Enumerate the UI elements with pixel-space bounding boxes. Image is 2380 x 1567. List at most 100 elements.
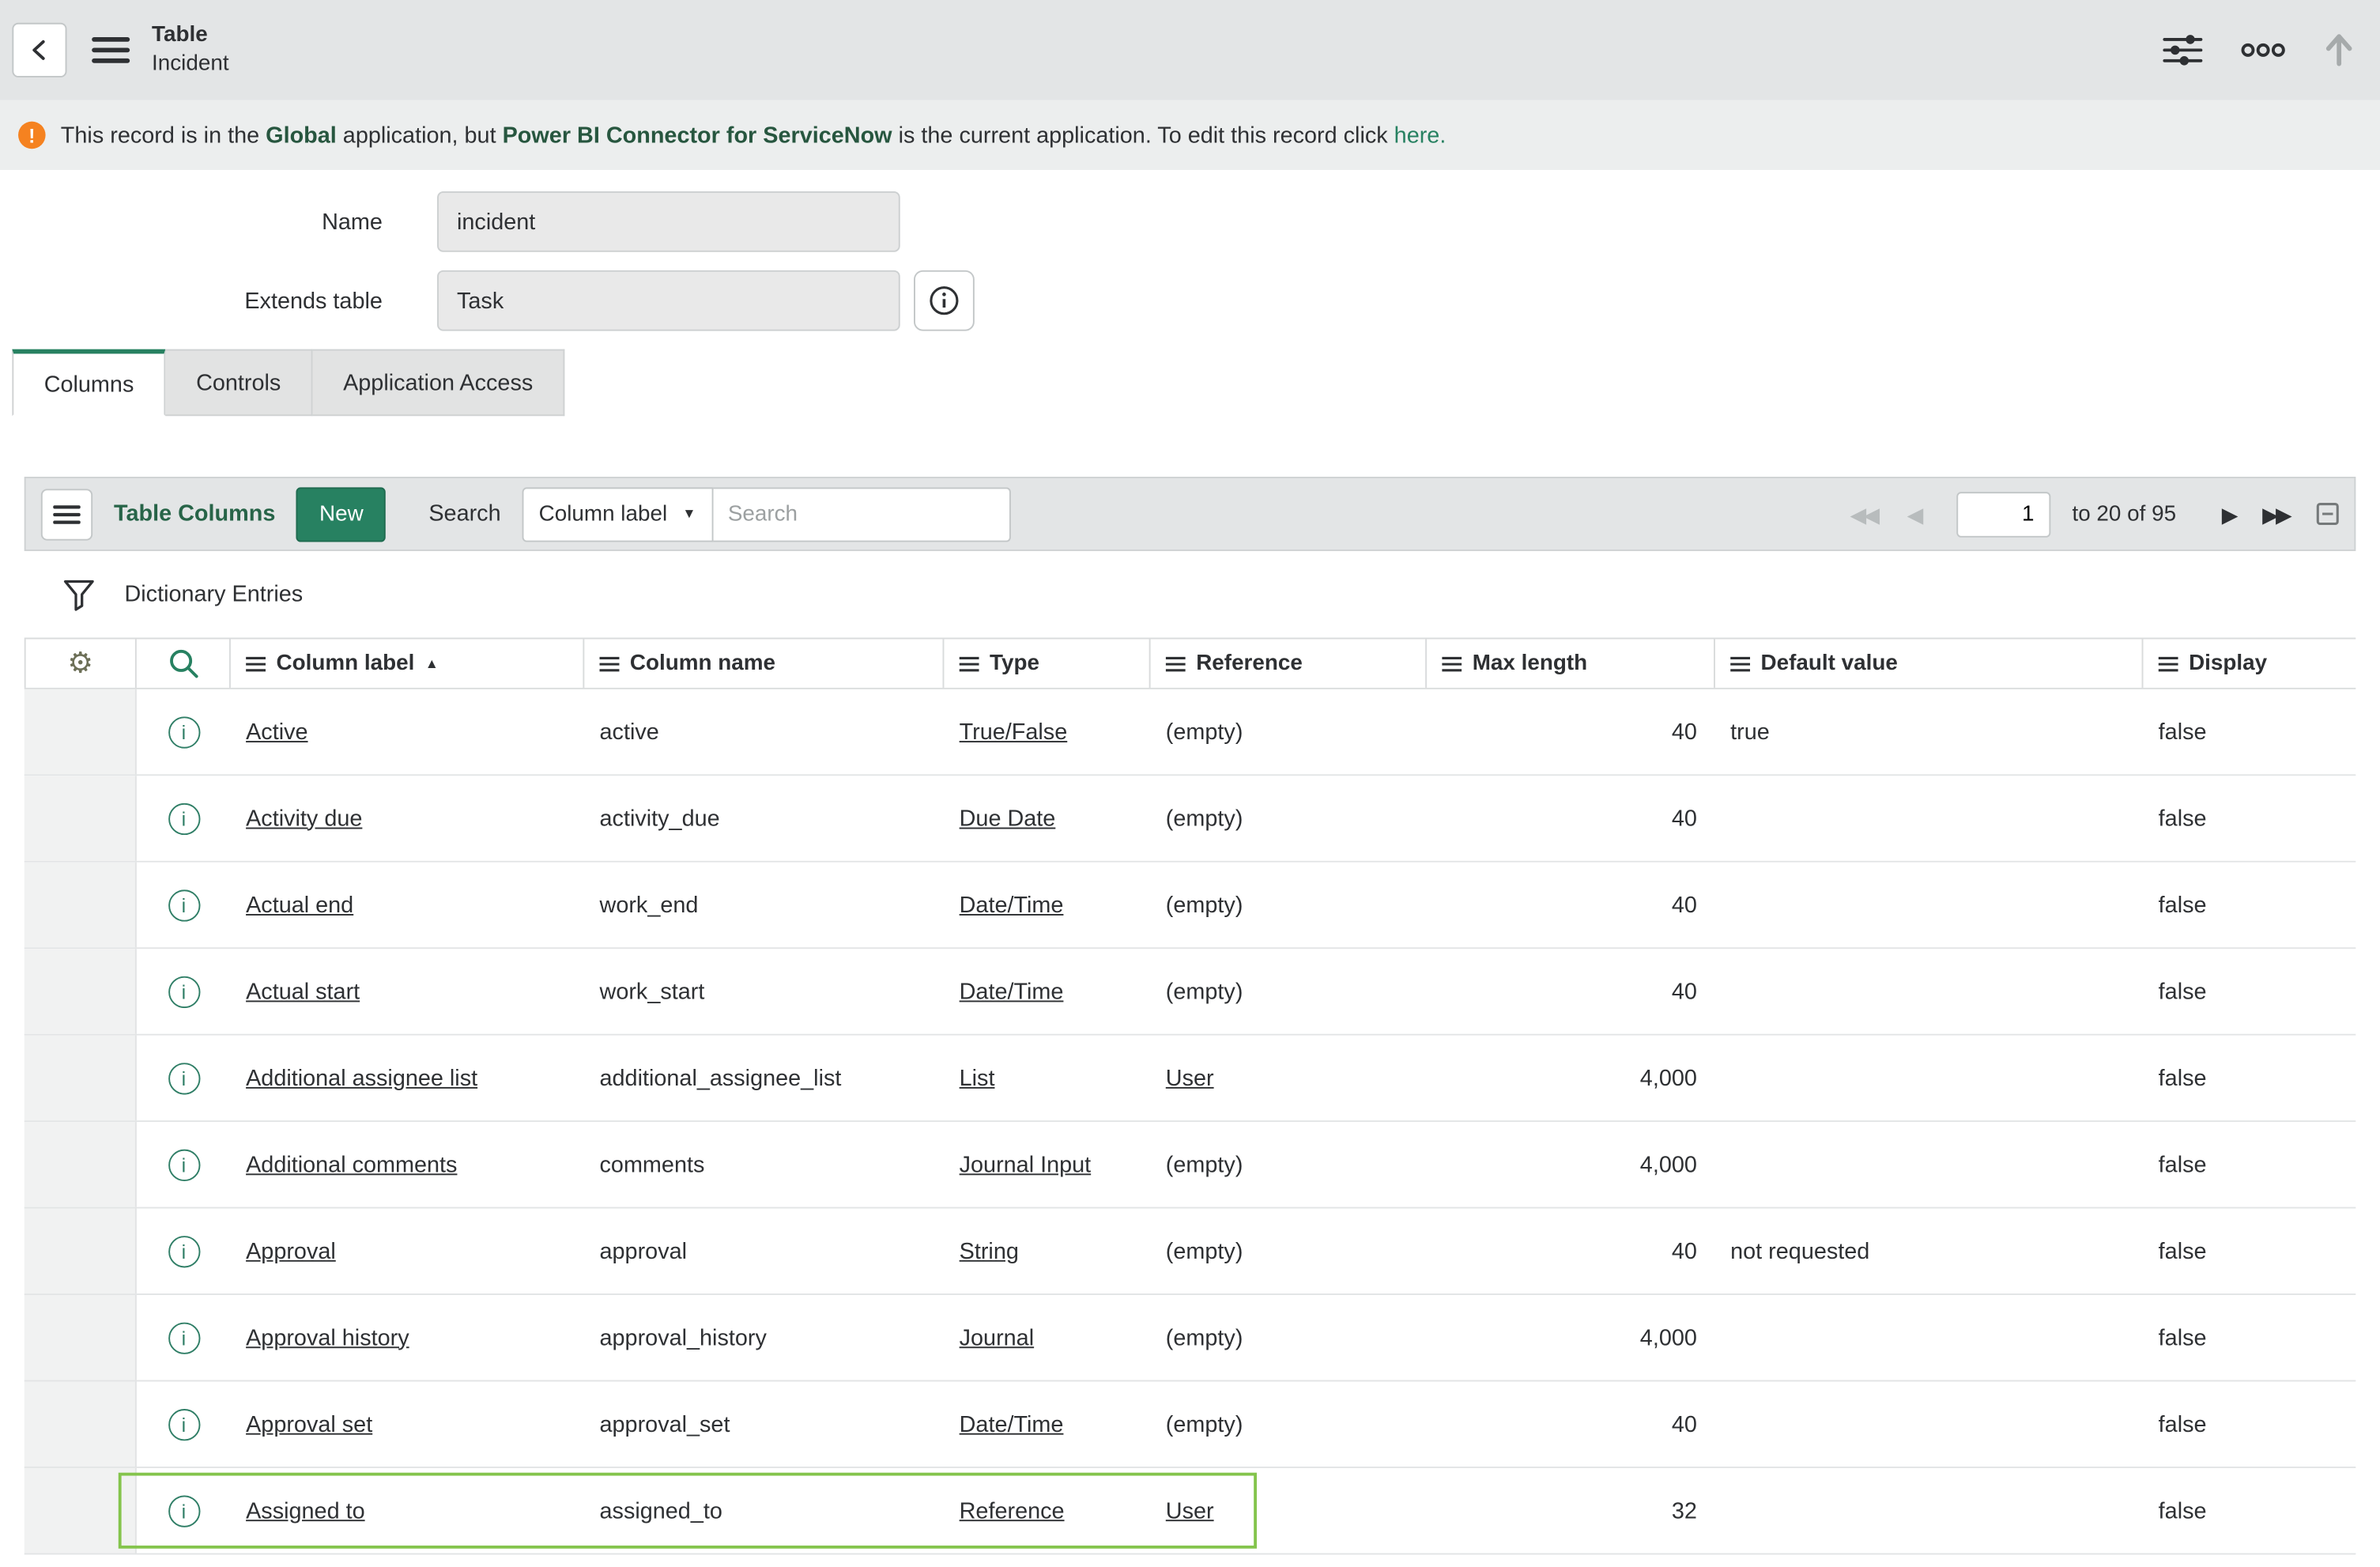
header-display[interactable]: Display bbox=[2143, 639, 2355, 687]
type-link[interactable]: Date/Time bbox=[960, 1411, 1064, 1437]
type-link[interactable]: True/False bbox=[960, 719, 1068, 745]
more-options-icon[interactable] bbox=[2240, 41, 2286, 59]
default-value-cell: true bbox=[1715, 719, 2144, 745]
context-menu-icon[interactable] bbox=[91, 35, 130, 65]
header-column-label[interactable]: Column label ▲ bbox=[231, 639, 584, 687]
type-link[interactable]: Date/Time bbox=[960, 979, 1064, 1005]
row-selector-cell[interactable] bbox=[25, 776, 137, 861]
row-info-cell: i bbox=[137, 1322, 231, 1354]
row-info-cell: i bbox=[137, 802, 231, 834]
row-selector-cell[interactable] bbox=[25, 863, 137, 948]
search-icon[interactable] bbox=[166, 647, 199, 680]
header-column-name[interactable]: Column name bbox=[584, 639, 944, 687]
warning-icon: ! bbox=[18, 122, 46, 149]
reference-cell: (empty) bbox=[1151, 806, 1427, 832]
table-columns-list: Table Columns New Search Column label ▼ … bbox=[25, 477, 2356, 1554]
tab-application-access[interactable]: Application Access bbox=[313, 349, 565, 416]
column-label-link[interactable]: Actual end bbox=[246, 892, 353, 918]
reference-cell: (empty) bbox=[1151, 1152, 1427, 1178]
type-link[interactable]: Due Date bbox=[960, 806, 1056, 832]
info-icon[interactable]: i bbox=[168, 1495, 199, 1527]
info-icon[interactable]: i bbox=[168, 802, 199, 834]
row-selector-cell[interactable] bbox=[25, 1468, 137, 1554]
info-icon[interactable]: i bbox=[168, 1408, 199, 1440]
type-cell: True/False bbox=[944, 719, 1150, 745]
type-link[interactable]: Journal Input bbox=[960, 1152, 1092, 1178]
edit-here-link[interactable]: here. bbox=[1394, 123, 1446, 149]
type-link[interactable]: Reference bbox=[960, 1497, 1065, 1524]
column-label-link[interactable]: Approval history bbox=[246, 1324, 409, 1350]
header-max-length[interactable]: Max length bbox=[1427, 639, 1715, 687]
row-info-cell: i bbox=[137, 976, 231, 1007]
filter-funnel-icon[interactable] bbox=[61, 576, 97, 614]
column-label-link[interactable]: Additional assignee list bbox=[246, 1065, 477, 1091]
page-number-input[interactable] bbox=[1957, 491, 2051, 537]
header-label: Max length bbox=[1473, 651, 1587, 676]
column-label-link[interactable]: Active bbox=[246, 719, 307, 745]
type-link[interactable]: Date/Time bbox=[960, 892, 1064, 918]
header-actions bbox=[2162, 32, 2356, 68]
column-label-link[interactable]: Additional comments bbox=[246, 1152, 457, 1178]
row-selector-cell[interactable] bbox=[25, 949, 137, 1034]
type-cell: Reference bbox=[944, 1497, 1150, 1524]
header-label: Display bbox=[2189, 651, 2267, 676]
column-label-cell: Actual start bbox=[231, 979, 584, 1005]
table-row: iAdditional assignee listadditional_assi… bbox=[25, 1036, 2356, 1122]
column-label-link[interactable]: Actual start bbox=[246, 979, 360, 1005]
last-page-button[interactable]: ▶▶ bbox=[2262, 504, 2289, 525]
column-menu-icon bbox=[960, 655, 979, 672]
tab-columns[interactable]: Columns bbox=[12, 349, 165, 416]
row-selector-cell[interactable] bbox=[25, 1036, 137, 1121]
scroll-to-top-icon[interactable] bbox=[2322, 32, 2355, 68]
row-selector-cell[interactable] bbox=[25, 1122, 137, 1207]
type-link[interactable]: List bbox=[960, 1065, 995, 1091]
record-title-block: Table Incident bbox=[152, 21, 229, 78]
row-selector-cell[interactable] bbox=[25, 1209, 137, 1294]
new-button[interactable]: New bbox=[296, 486, 386, 541]
display-cell: false bbox=[2143, 719, 2355, 745]
row-info-cell: i bbox=[137, 1062, 231, 1093]
gear-icon[interactable]: ⚙ bbox=[67, 649, 93, 678]
extends-table-info-button[interactable] bbox=[914, 270, 975, 331]
table-row: iApproval setapproval_setDate/Time(empty… bbox=[25, 1381, 2356, 1467]
info-icon[interactable]: i bbox=[168, 716, 199, 747]
info-icon[interactable]: i bbox=[168, 976, 199, 1007]
pagination: ◀◀ ◀ to 20 of 95 ▶ ▶▶ bbox=[1850, 491, 2339, 537]
type-link[interactable]: String bbox=[960, 1238, 1019, 1264]
table-row: iAssigned toassigned_toReferenceUser32fa… bbox=[25, 1468, 2356, 1554]
column-label-link[interactable]: Approval bbox=[246, 1238, 336, 1264]
search-column-select[interactable]: Column label ▼ bbox=[522, 486, 712, 541]
header-reference[interactable]: Reference bbox=[1151, 639, 1427, 687]
row-selector-cell[interactable] bbox=[25, 689, 137, 775]
previous-page-button[interactable]: ◀ bbox=[1907, 504, 1921, 525]
column-label-link[interactable]: Approval set bbox=[246, 1411, 372, 1437]
type-cell: Due Date bbox=[944, 806, 1150, 832]
column-label-cell: Active bbox=[231, 719, 584, 745]
back-button[interactable] bbox=[12, 23, 66, 77]
next-page-button[interactable]: ▶ bbox=[2222, 504, 2235, 525]
personalize-sliders-icon[interactable] bbox=[2162, 32, 2205, 68]
breadcrumb[interactable]: Dictionary Entries bbox=[124, 581, 303, 607]
name-input[interactable] bbox=[437, 191, 900, 252]
info-icon[interactable]: i bbox=[168, 1235, 199, 1267]
type-link[interactable]: Journal bbox=[960, 1324, 1034, 1350]
header-type[interactable]: Type bbox=[944, 639, 1150, 687]
row-info-cell: i bbox=[137, 716, 231, 747]
info-icon[interactable]: i bbox=[168, 889, 199, 920]
first-page-button[interactable]: ◀◀ bbox=[1850, 504, 1876, 525]
reference-link[interactable]: User bbox=[1166, 1497, 1214, 1524]
extends-table-input[interactable] bbox=[437, 270, 900, 331]
row-selector-cell[interactable] bbox=[25, 1381, 137, 1467]
info-icon[interactable]: i bbox=[168, 1149, 199, 1180]
info-icon[interactable]: i bbox=[168, 1322, 199, 1354]
list-menu-button[interactable] bbox=[41, 488, 92, 539]
column-label-link[interactable]: Assigned to bbox=[246, 1497, 365, 1524]
row-selector-cell[interactable] bbox=[25, 1295, 137, 1380]
column-label-link[interactable]: Activity due bbox=[246, 806, 362, 832]
list-search-input[interactable] bbox=[713, 486, 1010, 541]
header-default-value[interactable]: Default value bbox=[1715, 639, 2144, 687]
reference-link[interactable]: User bbox=[1166, 1065, 1214, 1091]
collapse-list-icon[interactable] bbox=[2316, 503, 2339, 526]
tab-controls[interactable]: Controls bbox=[166, 349, 313, 416]
info-icon[interactable]: i bbox=[168, 1062, 199, 1093]
